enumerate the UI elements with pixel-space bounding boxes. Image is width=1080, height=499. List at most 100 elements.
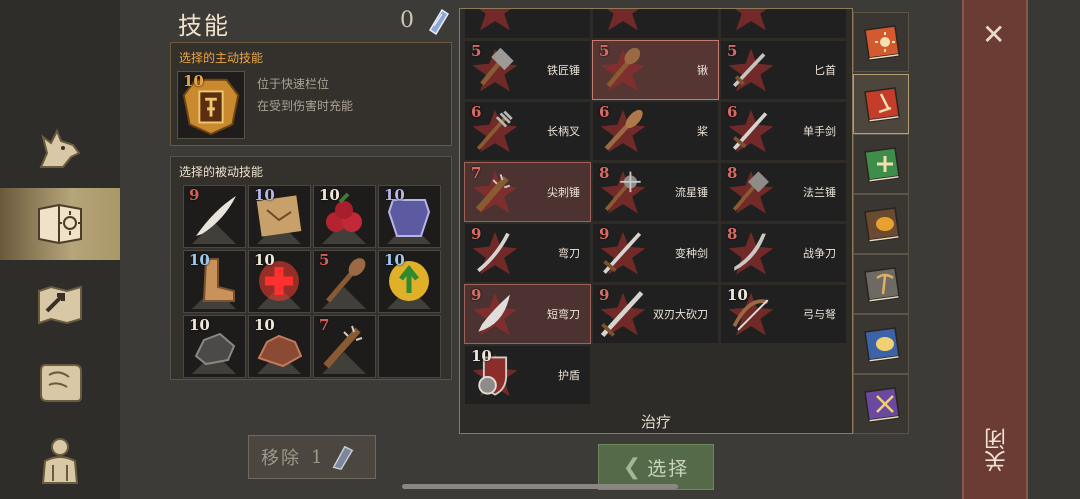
weapon-skill-level: 5 [599, 42, 610, 60]
weapon-skill-cell[interactable]: 5 匕首 [720, 40, 847, 100]
character-icon [41, 438, 79, 484]
passive-skill-slot[interactable]: 10 [183, 250, 246, 313]
passive-skill-slot[interactable]: 10 [183, 315, 246, 378]
home-indicator[interactable] [402, 484, 678, 489]
partial-top-icon [735, 9, 767, 31]
skills-panel: 技能 0 选择的主动技能 10 位于快速栏位 在受到伤害时充能 选择的被动技能 … [170, 0, 456, 499]
weapon-skill-cell[interactable]: 6 长柄叉 [464, 101, 591, 161]
map-icon [38, 285, 82, 325]
weapon-skill-level: 8 [599, 164, 610, 182]
weapon-skill-level: 8 [727, 164, 738, 182]
nav-tab-character[interactable] [0, 424, 120, 496]
passive-skill-level: 7 [319, 316, 330, 334]
sword-book-icon [864, 87, 900, 123]
weapon-skill-name: 铁匠锤 [547, 64, 580, 77]
weapon-skill-cell[interactable]: 7 尖刺锤 [464, 162, 591, 222]
nav-tab-wolf[interactable] [0, 112, 120, 184]
category-tab[interactable] [853, 74, 909, 134]
wolf-icon [39, 128, 81, 168]
weapon-skill-cell[interactable]: 9 双刃大砍刀 [592, 284, 719, 344]
category-tab[interactable] [853, 12, 909, 72]
remove-gem-icon [333, 445, 354, 470]
remove-button[interactable]: 移除 1 [248, 435, 376, 479]
nav-tab-scroll[interactable] [0, 346, 120, 418]
weapon-skill-cell[interactable] [720, 9, 847, 39]
passive-skill-level: 10 [189, 316, 210, 334]
category-tab[interactable] [853, 194, 909, 254]
weapon-skill-level: 5 [727, 42, 738, 60]
active-skill-desc-line2: 在受到伤害时充能 [257, 99, 354, 113]
partial-top-icon [479, 9, 511, 31]
weapon-skill-cell[interactable]: 9 变种剑 [592, 223, 719, 283]
category-tab[interactable] [853, 254, 909, 314]
sun-book-icon [864, 25, 900, 61]
weapon-skill-name: 尖刺锤 [547, 186, 580, 199]
close-icon[interactable]: ✕ [982, 18, 1005, 51]
weapon-skill-cell[interactable]: 8 流星锤 [592, 162, 719, 222]
weapon-skill-level: 8 [727, 225, 738, 243]
passive-skill-slot[interactable]: 10 [313, 185, 376, 248]
skills-title: 技能 [178, 12, 230, 40]
weapon-skill-cell[interactable]: 5锹 [592, 40, 719, 100]
passive-skill-slot[interactable]: 10 [378, 185, 441, 248]
weapon-skill-name: 匕首 [814, 64, 836, 77]
weapon-skill-name: 桨 [697, 125, 708, 138]
weapon-skill-name: 双刃大砍刀 [653, 308, 708, 321]
weapon-skill-cell[interactable]: 8 法兰锤 [720, 162, 847, 222]
skill-token-gem-icon [428, 8, 450, 36]
weapon-skill-name: 弓与弩 [803, 308, 836, 321]
section-label-healing: 治疗 [640, 413, 671, 431]
weapon-skill-name: 变种剑 [675, 247, 708, 260]
passive-skill-level: 9 [189, 186, 200, 204]
category-tab[interactable] [853, 374, 909, 434]
active-skill-slot[interactable]: 10 [177, 71, 245, 139]
scroll-icon [40, 364, 82, 402]
passive-skill-slot[interactable]: 5 [313, 250, 376, 313]
weapon-skill-level: 6 [727, 103, 738, 121]
passive-skill-slot[interactable]: 9 [183, 185, 246, 248]
passive-skill-level: 10 [254, 251, 275, 269]
weapon-skill-name: 护盾 [558, 369, 580, 382]
category-tab[interactable] [853, 134, 909, 194]
weapon-skill-level: 6 [471, 103, 482, 121]
weapon-skill-cell[interactable]: 6 单手剑 [720, 101, 847, 161]
weapon-skill-cell[interactable] [464, 9, 591, 39]
partial-top-icon [607, 9, 639, 31]
mask-book-icon [864, 207, 900, 243]
nav-tab-skills[interactable] [0, 188, 120, 260]
weapon-skill-cell[interactable]: 5 铁匠锤 [464, 40, 591, 100]
category-tab[interactable] [853, 314, 909, 374]
plus-book-icon [864, 147, 900, 183]
close-label: 关闭 [985, 428, 1010, 472]
close-panel[interactable]: ✕ 关闭 [962, 0, 1028, 499]
passive-skill-slot[interactable]: 10 [248, 185, 311, 248]
passive-skill-empty-slot[interactable] [378, 315, 441, 378]
remove-cost-count: 1 [311, 446, 323, 468]
passive-skill-slot[interactable]: 10 [248, 250, 311, 313]
passive-skills-box: 选择的被动技能 9 10 10 10 10 10 5 10 10 10 7 [170, 156, 452, 380]
passive-skill-slot[interactable]: 10 [378, 250, 441, 313]
weapon-skill-grid: 5 铁匠锤 5 锹 5 匕首 6 长柄叉 6 桨 6 单手剑 7 尖刺锤 8 流星锤 8 法兰锤 9 弯刀 9 变种剑 8 战… [464, 9, 847, 405]
weapon-skill-cell[interactable]: 8 战争刀 [720, 223, 847, 283]
weapon-skill-name: 战争刀 [803, 247, 836, 260]
mask-blue-book-icon [864, 327, 900, 363]
weapon-skill-level: 9 [599, 225, 610, 243]
passive-skill-grid: 9 10 10 10 10 10 5 10 10 10 7 [183, 185, 441, 378]
weapon-skill-name: 单手剑 [803, 125, 836, 138]
weapon-skill-cell[interactable]: 10 护盾 [464, 345, 591, 405]
weapon-skill-level: 10 [727, 286, 748, 304]
remove-button-label: 移除 [261, 448, 301, 469]
skill-book-icon [38, 203, 82, 245]
weapon-skill-cell[interactable]: 6桨 [592, 101, 719, 161]
weapon-skill-name: 锹 [697, 64, 708, 77]
passive-skill-slot[interactable]: 7 [313, 315, 376, 378]
skill-category-tabs [853, 8, 909, 434]
weapon-skill-cell[interactable]: 9 弯刀 [464, 223, 591, 283]
passive-skill-slot[interactable]: 10 [248, 315, 311, 378]
weapon-skill-name: 短弯刀 [547, 308, 580, 321]
right-background [1028, 0, 1080, 499]
nav-tab-map[interactable] [0, 268, 120, 340]
weapon-skill-cell[interactable]: 9 短弯刀 [464, 284, 591, 344]
weapon-skill-cell[interactable]: 10 弓与弩 [720, 284, 847, 344]
weapon-skill-cell[interactable] [592, 9, 719, 39]
